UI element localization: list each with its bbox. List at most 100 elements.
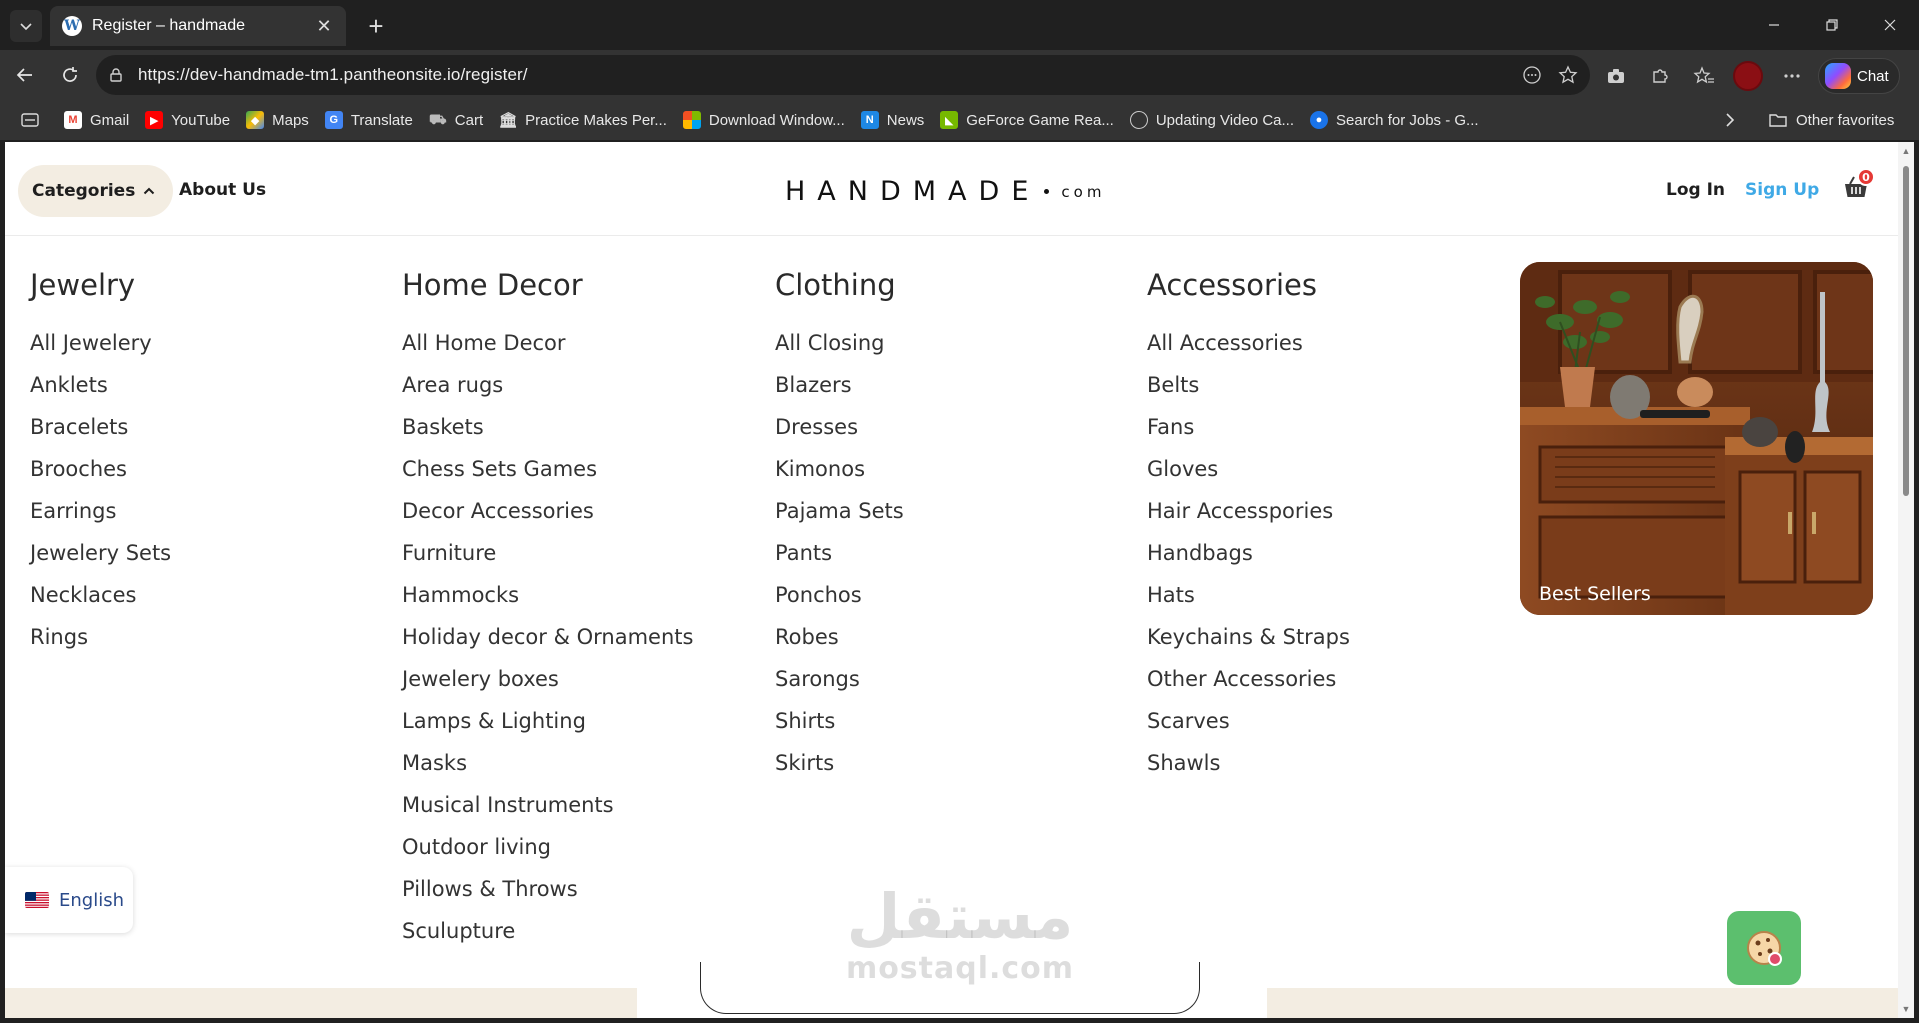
globe-icon xyxy=(1129,111,1148,129)
menu-item[interactable]: Hair Accesspories xyxy=(1147,490,1350,532)
page-scrollbar[interactable]: ▲ ▼ xyxy=(1898,142,1914,1018)
site-logo[interactable]: HANDMADE com xyxy=(785,176,1105,207)
menu-item[interactable]: Pillows & Throws xyxy=(402,868,693,910)
bookmarks-menu-button[interactable] xyxy=(12,104,56,136)
cookie-icon xyxy=(1747,931,1782,966)
other-favorites-folder[interactable]: Other favorites xyxy=(1768,104,1894,136)
scroll-up-icon[interactable]: ▲ xyxy=(1901,146,1911,156)
menu-item[interactable]: Musical Instruments xyxy=(402,784,693,826)
menu-heading[interactable]: Home Decor xyxy=(402,266,693,304)
tab-list-button[interactable] xyxy=(10,10,42,42)
menu-item[interactable]: Shirts xyxy=(775,700,904,742)
reload-button[interactable] xyxy=(55,60,85,90)
browser-tab[interactable]: W Register – handmade ✕ xyxy=(50,6,346,46)
menu-item[interactable]: Decor Accessories xyxy=(402,490,693,532)
menu-item[interactable]: Handbags xyxy=(1147,532,1350,574)
menu-item[interactable]: Anklets xyxy=(30,364,171,406)
menu-item[interactable]: All Home Decor xyxy=(402,322,693,364)
menu-item[interactable]: Shawls xyxy=(1147,742,1350,784)
menu-item[interactable]: Hats xyxy=(1147,574,1350,616)
menu-item[interactable]: Bracelets xyxy=(30,406,171,448)
copilot-chat-button[interactable]: Chat xyxy=(1818,58,1900,94)
menu-item[interactable]: Sculupture xyxy=(402,910,693,952)
restore-button[interactable] xyxy=(1803,0,1861,50)
menu-heading[interactable]: Accessories xyxy=(1147,266,1350,304)
menu-item[interactable]: Hammocks xyxy=(402,574,693,616)
menu-item[interactable]: Sarongs xyxy=(775,658,904,700)
menu-item[interactable]: Other Accessories xyxy=(1147,658,1350,700)
bookmark-news[interactable]: N News xyxy=(853,104,933,136)
menu-item[interactable]: Brooches xyxy=(30,448,171,490)
menu-item[interactable]: Outdoor living xyxy=(402,826,693,868)
bookmark-geforce[interactable]: ◣ GeForce Game Rea... xyxy=(932,104,1122,136)
bookmark-cart[interactable]: ⛟ Cart xyxy=(421,104,491,136)
menu-item[interactable]: All Accessories xyxy=(1147,322,1350,364)
menu-item[interactable]: Earrings xyxy=(30,490,171,532)
language-switcher[interactable]: English xyxy=(5,867,133,933)
menu-item[interactable]: Rings xyxy=(30,616,171,658)
menu-item[interactable]: Baskets xyxy=(402,406,693,448)
reader-mode-button[interactable] xyxy=(1518,61,1546,89)
menu-item[interactable]: Kimonos xyxy=(775,448,904,490)
screenshot-button[interactable] xyxy=(1598,59,1634,93)
address-bar[interactable]: https://dev-handmade-tm1.pantheonsite.io… xyxy=(96,55,1590,95)
menu-item[interactable]: Pants xyxy=(775,532,904,574)
menu-item[interactable]: Dresses xyxy=(775,406,904,448)
bookmark-youtube[interactable]: ▶ YouTube xyxy=(137,104,238,136)
scroll-down-icon[interactable]: ▼ xyxy=(1901,1004,1911,1014)
new-tab-button[interactable]: + xyxy=(362,12,390,40)
menu-item[interactable]: Holiday decor & Ornaments xyxy=(402,616,693,658)
menu-heading[interactable]: Jewelry xyxy=(30,266,171,304)
back-button[interactable] xyxy=(10,60,40,90)
profile-button[interactable] xyxy=(1730,59,1766,93)
menu-item[interactable]: Robes xyxy=(775,616,904,658)
menu-heading[interactable]: Clothing xyxy=(775,266,904,304)
menu-item[interactable]: All Jewelery xyxy=(30,322,171,364)
menu-item[interactable]: Blazers xyxy=(775,364,904,406)
login-link[interactable]: Log In xyxy=(1666,180,1725,200)
about-us-link[interactable]: About Us xyxy=(179,180,266,200)
menu-item[interactable]: Scarves xyxy=(1147,700,1350,742)
menu-item[interactable]: Jewelery Sets xyxy=(30,532,171,574)
menu-item[interactable]: Pajama Sets xyxy=(775,490,904,532)
close-icon[interactable]: ✕ xyxy=(314,16,334,36)
favorites-button[interactable] xyxy=(1686,59,1722,93)
close-window-button[interactable] xyxy=(1861,0,1919,50)
bookmark-translate[interactable]: G Translate xyxy=(317,104,421,136)
menu-item[interactable]: Area rugs xyxy=(402,364,693,406)
best-sellers-promo[interactable]: Best Sellers xyxy=(1520,262,1873,615)
menu-item[interactable]: Necklaces xyxy=(30,574,171,616)
watermark-latin: mostaql.com xyxy=(845,951,1075,986)
menu-item[interactable]: Masks xyxy=(402,742,693,784)
bookmark-gmail[interactable]: M Gmail xyxy=(56,104,137,136)
menu-item[interactable]: All Closing xyxy=(775,322,904,364)
cookie-settings-button[interactable] xyxy=(1727,911,1801,985)
menu-item[interactable]: Furniture xyxy=(402,532,693,574)
menu-item[interactable]: Gloves xyxy=(1147,448,1350,490)
bookmark-windows[interactable]: Download Window... xyxy=(675,104,853,136)
categories-button[interactable]: Categories xyxy=(18,165,174,217)
menu-item[interactable]: Belts xyxy=(1147,364,1350,406)
extensions-button[interactable] xyxy=(1642,59,1678,93)
menu-item[interactable]: Jewelery boxes xyxy=(402,658,693,700)
menu-item[interactable]: Skirts xyxy=(775,742,904,784)
bookmark-jobs[interactable]: ● Search for Jobs - G... xyxy=(1302,104,1487,136)
bookmark-practice[interactable]: 🏛 Practice Makes Per... xyxy=(491,104,675,136)
minimize-button[interactable] xyxy=(1745,0,1803,50)
menu-item[interactable]: Ponchos xyxy=(775,574,904,616)
site-info-icon[interactable] xyxy=(108,67,124,83)
menu-item[interactable]: Lamps & Lighting xyxy=(402,700,693,742)
menu-item[interactable]: Chess Sets Games xyxy=(402,448,693,490)
bookmark-video-card[interactable]: Updating Video Ca... xyxy=(1122,104,1302,136)
bookmarks-bar: M Gmail ▶ YouTube ◆ Maps G Translate ⛟ Cart 🏛… xyxy=(0,100,1919,140)
bookmarks-overflow-button[interactable] xyxy=(1714,104,1746,136)
bookmark-maps[interactable]: ◆ Maps xyxy=(238,104,317,136)
favorite-button[interactable] xyxy=(1554,61,1582,89)
menu-item[interactable]: Fans xyxy=(1147,406,1350,448)
settings-more-button[interactable] xyxy=(1774,59,1810,93)
menu-item[interactable]: Keychains & Straps xyxy=(1147,616,1350,658)
chevron-down-icon xyxy=(20,23,32,31)
signup-link[interactable]: Sign Up xyxy=(1745,180,1819,200)
copilot-icon xyxy=(1825,63,1851,89)
scrollbar-thumb[interactable] xyxy=(1903,166,1909,496)
